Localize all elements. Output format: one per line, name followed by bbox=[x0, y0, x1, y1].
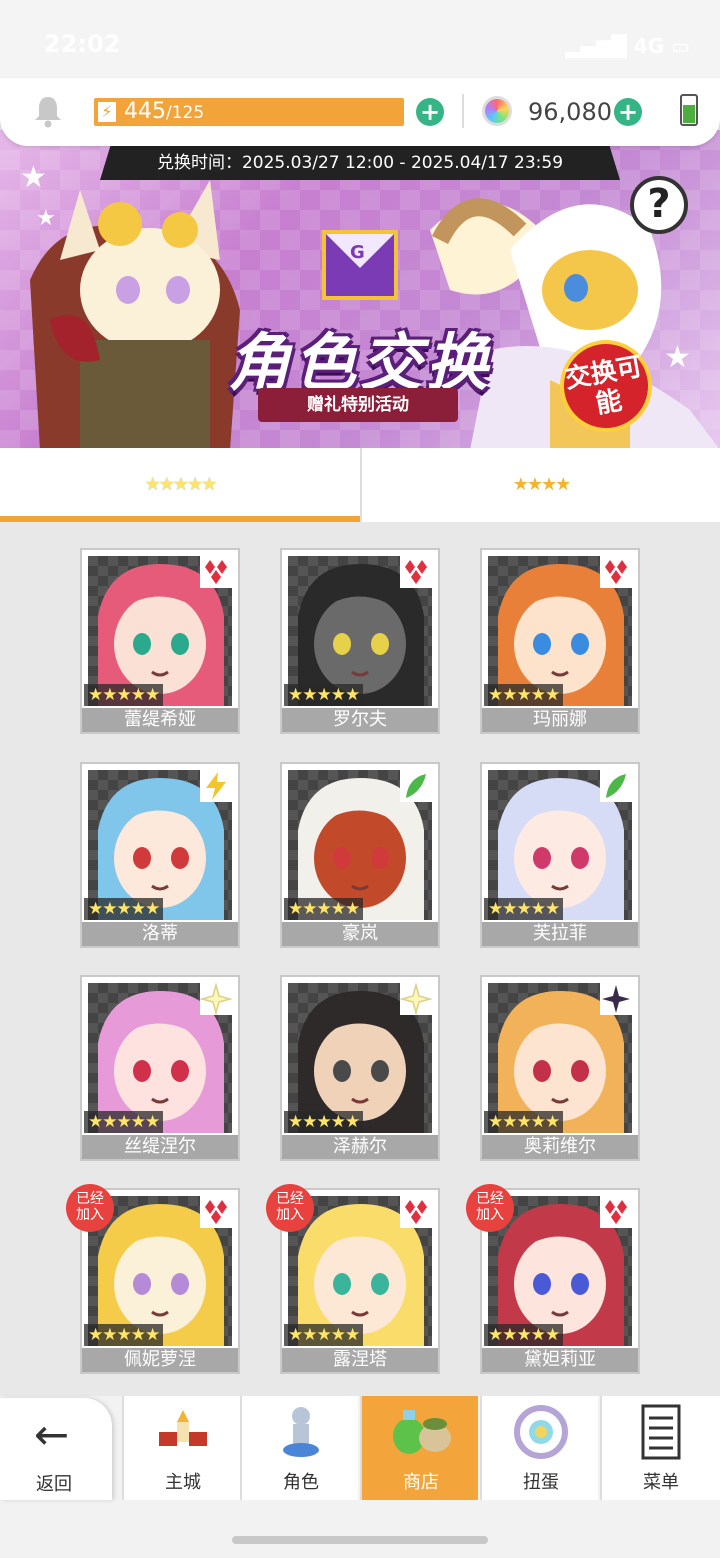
character-name: 洛蒂 bbox=[82, 922, 238, 946]
help-button[interactable]: ? bbox=[630, 176, 688, 234]
home-indicator-bar bbox=[0, 1500, 720, 1558]
back-button[interactable]: ← 返回 bbox=[0, 1398, 112, 1500]
envelope-icon: G bbox=[322, 230, 398, 300]
light-element-icon bbox=[200, 983, 232, 1015]
diamond-element-icon bbox=[200, 1196, 232, 1228]
divider bbox=[462, 94, 464, 128]
tab-five-star[interactable]: ★★★★★ bbox=[0, 448, 360, 522]
character-card[interactable]: ★★★★★ 泽赫尔 bbox=[280, 975, 440, 1161]
dark-element-icon bbox=[600, 983, 632, 1015]
rarity-stars: ★★★★★ bbox=[84, 1111, 164, 1133]
rarity-stars: ★★★★★ bbox=[484, 684, 564, 706]
energy-current: 445 bbox=[124, 99, 166, 124]
character-card[interactable]: ★★★★★ 奥莉维尔 bbox=[480, 975, 640, 1161]
joined-badge: 已经 加入 bbox=[466, 1184, 514, 1232]
gacha-icon bbox=[514, 1405, 568, 1459]
character-grid: ★★★★★ 蕾缇希娅 ★★★★★ 罗尔夫 ★★★★★ 玛丽娜 ★★★★★ 洛蒂 ★★★★★ 豪岚 ★… bbox=[0, 522, 720, 1396]
status-bar: 22:02 ▂▄▆█ 4G ▭ bbox=[0, 0, 720, 90]
nav-label-castle: 主城 bbox=[165, 1472, 201, 1493]
joined-badge: 已经 加入 bbox=[266, 1184, 314, 1232]
bell-icon[interactable] bbox=[32, 94, 64, 128]
home-indicator[interactable] bbox=[232, 1536, 488, 1544]
leaf-element-icon bbox=[600, 770, 632, 802]
character-card[interactable]: ★★★★★ 丝缇涅尔 bbox=[80, 975, 240, 1161]
character-name: 奥莉维尔 bbox=[482, 1135, 638, 1159]
gem-count: 96,080 bbox=[528, 98, 612, 126]
character-card[interactable]: ★★★★★ 蕾缇希娅 bbox=[80, 548, 240, 734]
nav-label-gacha: 扭蛋 bbox=[523, 1472, 559, 1493]
back-arrow-icon: ← bbox=[34, 1410, 70, 1459]
light-element-icon bbox=[400, 983, 432, 1015]
battery-icon bbox=[680, 94, 698, 126]
status-time: 22:02 bbox=[44, 30, 121, 58]
character-name: 丝缇涅尔 bbox=[82, 1135, 238, 1159]
nav-gacha[interactable]: 扭蛋 bbox=[480, 1396, 598, 1500]
nav-label-shop: 商店 bbox=[403, 1472, 439, 1493]
gem-icon bbox=[482, 96, 512, 126]
character-card[interactable]: ★★★★★ 黛妲莉亚 已经 加入 bbox=[466, 1184, 640, 1374]
character-name: 蕾缇希娅 bbox=[82, 708, 238, 732]
banner-character-left bbox=[30, 180, 240, 448]
rarity-stars: ★★★★★ bbox=[84, 1324, 164, 1346]
nav-castle[interactable]: 主城 bbox=[122, 1396, 240, 1500]
castle-icon bbox=[159, 1410, 207, 1446]
character-name: 豪岚 bbox=[282, 922, 438, 946]
character-name: 黛妲莉亚 bbox=[482, 1348, 638, 1372]
character-name: 玛丽娜 bbox=[482, 708, 638, 732]
diamond-element-icon bbox=[600, 556, 632, 588]
character-card[interactable]: ★★★★★ 罗尔夫 bbox=[280, 548, 440, 734]
character-name: 泽赫尔 bbox=[282, 1135, 438, 1159]
character-icon bbox=[283, 1407, 319, 1457]
rarity-stars: ★★★★★ bbox=[284, 1111, 364, 1133]
character-card[interactable]: ★★★★★ 芙拉菲 bbox=[480, 762, 640, 948]
character-card[interactable]: ★★★★★ 玛丽娜 bbox=[480, 548, 640, 734]
nav-label-menu: 菜单 bbox=[643, 1472, 679, 1493]
character-name: 露涅塔 bbox=[282, 1348, 438, 1372]
joined-badge: 已经 加入 bbox=[66, 1184, 114, 1232]
rarity-stars: ★★★★★ bbox=[284, 684, 364, 706]
tab-four-star[interactable]: ★★★★ bbox=[360, 448, 720, 522]
add-energy-button[interactable]: + bbox=[416, 98, 444, 126]
event-banner: ★ ★ ★ 兑换时间：2025.03/27 12:00 - 2025.04/17… bbox=[0, 130, 720, 448]
diamond-element-icon bbox=[400, 1196, 432, 1228]
leaf-element-icon bbox=[400, 770, 432, 802]
nav-label-character: 角色 bbox=[283, 1472, 319, 1493]
character-name: 佩妮萝涅 bbox=[82, 1348, 238, 1372]
rarity-stars: ★★★★★ bbox=[84, 898, 164, 920]
lightning-element-icon bbox=[200, 770, 232, 802]
lightning-icon: ⚡ bbox=[96, 100, 118, 124]
diamond-element-icon bbox=[200, 556, 232, 588]
character-card[interactable]: ★★★★★ 豪岚 bbox=[280, 762, 440, 948]
character-card[interactable]: ★★★★★ 露涅塔 已经 加入 bbox=[266, 1184, 440, 1374]
rarity-stars: ★★★★★ bbox=[484, 1111, 564, 1133]
energy-meter: ⚡ 445/125 bbox=[94, 98, 404, 126]
diamond-element-icon bbox=[400, 556, 432, 588]
diamond-element-icon bbox=[600, 1196, 632, 1228]
nav-character[interactable]: 角色 bbox=[240, 1396, 358, 1500]
exchange-period: 兑换时间：2025.03/27 12:00 - 2025.04/17 23:59 bbox=[100, 146, 620, 180]
rarity-stars: ★★★★★ bbox=[484, 898, 564, 920]
character-card[interactable]: ★★★★★ 洛蒂 bbox=[80, 762, 240, 948]
envelope-letter: G bbox=[350, 242, 365, 263]
nav-shop[interactable]: 商店 bbox=[360, 1396, 478, 1500]
menu-icon bbox=[641, 1404, 681, 1460]
rarity-stars: ★★★★★ bbox=[484, 1324, 564, 1346]
nav-menu[interactable]: 菜单 bbox=[600, 1396, 720, 1500]
status-network: ▂▄▆█ 4G ▭ bbox=[565, 34, 690, 58]
shop-icon bbox=[393, 1410, 451, 1454]
rarity-tabs: ★★★★★ ★★★★ bbox=[0, 448, 720, 522]
add-gems-button[interactable]: + bbox=[614, 98, 642, 126]
banner-subtitle: 赠礼特别活动 bbox=[258, 388, 458, 422]
rarity-stars: ★★★★★ bbox=[84, 684, 164, 706]
character-name: 罗尔夫 bbox=[282, 708, 438, 732]
character-name: 芙拉菲 bbox=[482, 922, 638, 946]
character-card[interactable]: ★★★★★ 佩妮萝涅 已经 加入 bbox=[66, 1184, 240, 1374]
energy-max: /125 bbox=[166, 103, 205, 123]
rarity-stars: ★★★★★ bbox=[284, 898, 364, 920]
rarity-stars: ★★★★★ bbox=[284, 1324, 364, 1346]
back-label: 返回 bbox=[36, 1474, 72, 1495]
resource-bar: ⚡ 445/125 + 96,080 + bbox=[0, 78, 720, 146]
